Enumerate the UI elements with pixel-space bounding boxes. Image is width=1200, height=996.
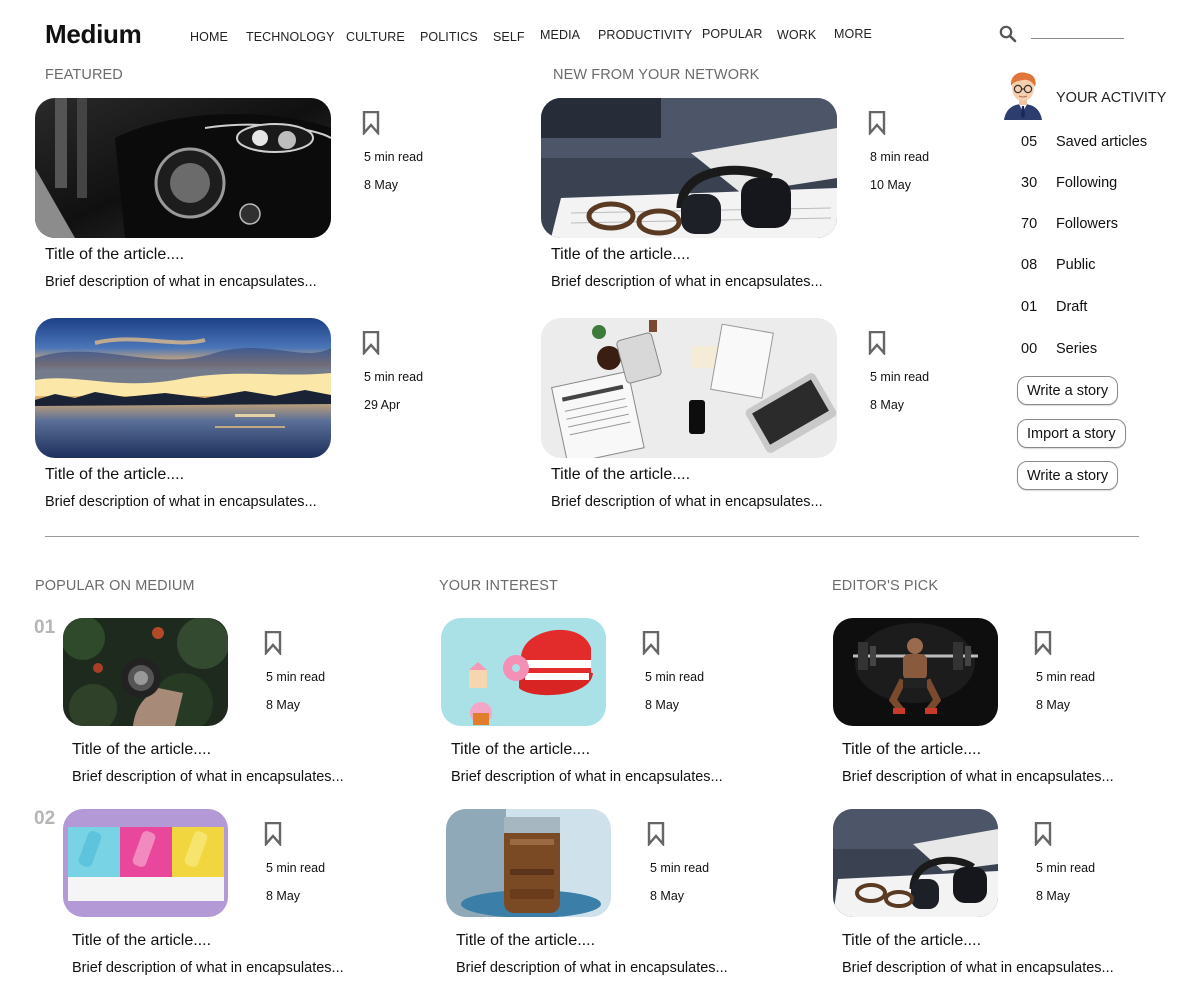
bookmark-icon[interactable] [1034, 630, 1052, 657]
publish-date: 8 May [650, 889, 685, 903]
bookmark-icon[interactable] [647, 821, 665, 848]
article-title[interactable]: Title of the article.... [45, 246, 184, 264]
logo[interactable]: Medium [45, 19, 142, 50]
network-1-image[interactable] [541, 98, 837, 238]
stat-series[interactable]: Series [1056, 341, 1097, 357]
read-time: 5 min read [266, 861, 326, 875]
import-story-button[interactable]: Import a story [1017, 419, 1126, 448]
popular-1-image[interactable] [63, 618, 228, 726]
stat-saved-articles[interactable]: Saved articles [1056, 134, 1147, 150]
stat-count: 08 [1021, 257, 1038, 273]
article-title[interactable]: Title of the article.... [842, 932, 981, 950]
featured-2-image[interactable] [35, 318, 331, 458]
stat-count: 70 [1021, 216, 1038, 232]
stat-count: 30 [1021, 175, 1038, 191]
nav-productivity[interactable]: PRODUCTIVITY [598, 28, 692, 42]
network-2-image[interactable] [541, 318, 837, 458]
search-icon[interactable] [998, 24, 1018, 44]
network-heading: NEW FROM YOUR NETWORK [553, 67, 760, 83]
interest-1-image[interactable] [441, 618, 606, 726]
article-description: Brief description of what in encapsulate… [842, 960, 1114, 976]
featured-heading: FEATURED [45, 67, 123, 83]
bookmark-icon[interactable] [362, 110, 380, 137]
article-description: Brief description of what in encapsulate… [72, 769, 344, 785]
article-description: Brief description of what in encapsulate… [45, 274, 317, 290]
nav-technology[interactable]: TECHNOLOGY [246, 30, 335, 44]
bookmark-icon[interactable] [264, 821, 282, 848]
stat-followers[interactable]: Followers [1056, 216, 1118, 232]
stat-count: 05 [1021, 134, 1038, 150]
rank-number: 02 [34, 808, 56, 829]
nav-self[interactable]: SELF [493, 30, 525, 44]
activity-heading: YOUR ACTIVITY [1056, 90, 1167, 106]
nav-more[interactable]: MORE [834, 27, 872, 41]
nav-media[interactable]: MEDIA [540, 28, 580, 42]
read-time: 5 min read [364, 370, 424, 384]
interest-heading: YOUR INTEREST [439, 578, 558, 594]
stat-following[interactable]: Following [1056, 175, 1117, 191]
editors-heading: EDITOR'S PICK [832, 578, 939, 594]
rank-number: 01 [34, 617, 56, 638]
popular-2-image[interactable] [63, 809, 228, 917]
nav-popular[interactable]: POPULAR [702, 27, 762, 41]
write-story-button[interactable]: Write a story [1017, 376, 1119, 405]
editors-2-image[interactable] [833, 809, 998, 917]
editors-1-image[interactable] [833, 618, 998, 726]
article-description: Brief description of what in encapsulate… [72, 960, 344, 976]
publish-date: 10 May [870, 178, 911, 192]
featured-1-image[interactable] [35, 98, 331, 238]
read-time: 5 min read [1036, 670, 1096, 684]
article-title[interactable]: Title of the article.... [842, 741, 981, 759]
article-description: Brief description of what in encapsulate… [45, 494, 317, 510]
nav-culture[interactable]: CULTURE [346, 30, 405, 44]
publish-date: 8 May [645, 698, 680, 712]
article-title[interactable]: Title of the article.... [451, 741, 590, 759]
read-time: 5 min read [1036, 861, 1096, 875]
article-title[interactable]: Title of the article.... [72, 741, 211, 759]
article-description: Brief description of what in encapsulate… [551, 494, 823, 510]
user-avatar[interactable] [1000, 70, 1046, 120]
bookmark-icon[interactable] [868, 330, 886, 357]
bookmark-icon[interactable] [264, 630, 282, 657]
publish-date: 8 May [266, 889, 301, 903]
stat-public[interactable]: Public [1056, 257, 1096, 273]
read-time: 5 min read [650, 861, 710, 875]
write-story-button-2[interactable]: Write a story [1017, 461, 1119, 490]
article-description: Brief description of what in encapsulate… [451, 769, 723, 785]
publish-date: 29 Apr [364, 398, 401, 412]
article-title[interactable]: Title of the article.... [72, 932, 211, 950]
bookmark-icon[interactable] [1034, 821, 1052, 848]
read-time: 8 min read [870, 150, 930, 164]
read-time: 5 min read [364, 150, 424, 164]
article-description: Brief description of what in encapsulate… [456, 960, 728, 976]
nav-home[interactable]: HOME [190, 30, 228, 44]
stat-draft[interactable]: Draft [1056, 299, 1087, 315]
interest-2-image[interactable] [446, 809, 611, 917]
article-title[interactable]: Title of the article.... [456, 932, 595, 950]
read-time: 5 min read [266, 670, 326, 684]
nav-politics[interactable]: POLITICS [420, 30, 478, 44]
nav-work[interactable]: WORK [777, 28, 816, 42]
article-title[interactable]: Title of the article.... [551, 246, 690, 264]
stat-count: 00 [1021, 341, 1038, 357]
bookmark-icon[interactable] [362, 330, 380, 357]
stat-count: 01 [1021, 299, 1038, 315]
article-title[interactable]: Title of the article.... [551, 466, 690, 484]
bookmark-icon[interactable] [642, 630, 660, 657]
read-time: 5 min read [870, 370, 930, 384]
article-description: Brief description of what in encapsulate… [551, 274, 823, 290]
publish-date: 8 May [266, 698, 301, 712]
publish-date: 8 May [364, 178, 399, 192]
popular-heading: POPULAR ON MEDIUM [35, 578, 195, 594]
section-divider [45, 536, 1139, 537]
bookmark-icon[interactable] [868, 110, 886, 137]
read-time: 5 min read [645, 670, 705, 684]
article-title[interactable]: Title of the article.... [45, 466, 184, 484]
publish-date: 8 May [870, 398, 905, 412]
article-description: Brief description of what in encapsulate… [842, 769, 1114, 785]
publish-date: 8 May [1036, 889, 1071, 903]
publish-date: 8 May [1036, 698, 1071, 712]
search-input[interactable] [1031, 38, 1124, 39]
